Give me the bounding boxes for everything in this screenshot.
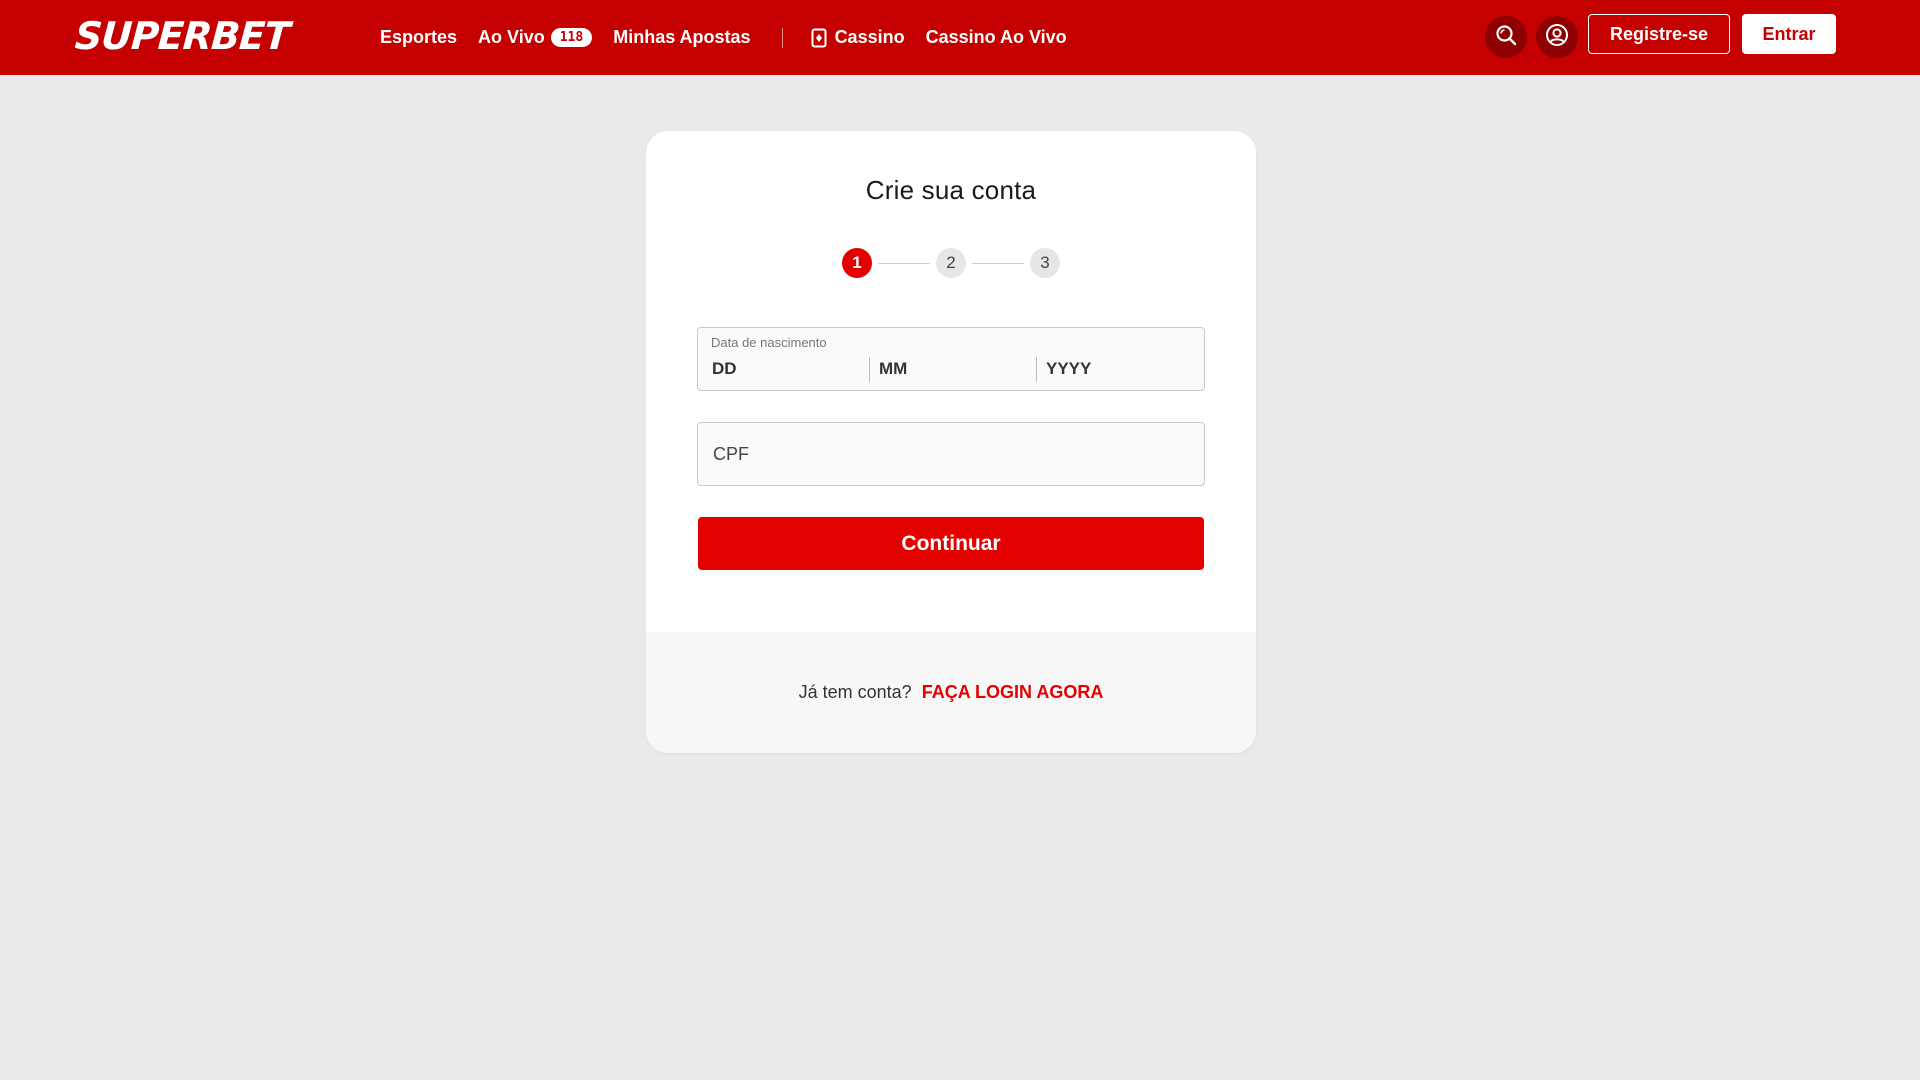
birthdate-year-input[interactable]: YYYY [1046, 359, 1091, 379]
birthdate-separator [1036, 357, 1037, 382]
step-1: 1 [842, 248, 872, 278]
birthdate-field: Data de nascimento DD MM YYYY [697, 327, 1205, 391]
cpf-input[interactable]: CPF [697, 422, 1205, 486]
signup-title: Crie sua conta [865, 175, 1037, 205]
live-count-badge: 118 [550, 28, 593, 47]
login-now-link[interactable]: FAÇA LOGIN AGORA [922, 682, 1104, 703]
nav-cassino-ao-vivo[interactable]: Cassino Ao Vivo [926, 27, 1067, 48]
step-3: 3 [1030, 248, 1060, 278]
signup-footer: Já tem conta? FAÇA LOGIN AGORA [646, 632, 1256, 753]
search-icon [1495, 24, 1517, 51]
top-navbar: SUPERBET Esportes Ao Vivo 118 Minhas Apo… [0, 0, 1920, 75]
nav-cassino[interactable]: Cassino [811, 27, 905, 48]
nav-ao-vivo[interactable]: Ao Vivo 118 [478, 27, 593, 48]
nav-divider [781, 27, 783, 48]
user-icon [1545, 23, 1569, 52]
continue-button[interactable]: Continuar [698, 517, 1204, 570]
step-indicator: 1 2 3 [646, 248, 1256, 280]
casino-card-icon [811, 28, 827, 48]
signup-card: Crie sua conta 1 2 3 Data de nascimento … [646, 131, 1256, 753]
step-connector [972, 263, 1024, 264]
search-button[interactable] [1485, 16, 1527, 58]
nav-minhas-apostas-label: Minhas Apostas [613, 27, 751, 47]
birthdate-label: Data de nascimento [711, 335, 827, 350]
nav-cassino-label: Cassino [834, 27, 905, 47]
birthdate-separator [869, 357, 870, 382]
nav-esportes-label: Esportes [380, 27, 458, 47]
step-connector [878, 263, 930, 264]
birthdate-day-input[interactable]: DD [712, 359, 737, 379]
register-button[interactable]: Registre-se [1588, 14, 1730, 54]
account-button[interactable] [1536, 16, 1578, 58]
superbet-logo[interactable]: SUPERBET [73, 14, 290, 58]
nav-ao-vivo-label: Ao Vivo [478, 27, 545, 47]
nav-cassino-ao-vivo-label: Cassino Ao Vivo [925, 27, 1067, 47]
login-button[interactable]: Entrar [1742, 14, 1836, 54]
main-nav: Esportes Ao Vivo 118 Minhas Apostas Cass… [380, 0, 1088, 75]
birthdate-month-input[interactable]: MM [879, 359, 907, 379]
have-account-text: Já tem conta? [798, 682, 912, 702]
nav-esportes[interactable]: Esportes [380, 27, 457, 48]
nav-minhas-apostas[interactable]: Minhas Apostas [613, 27, 750, 48]
step-2: 2 [936, 248, 966, 278]
